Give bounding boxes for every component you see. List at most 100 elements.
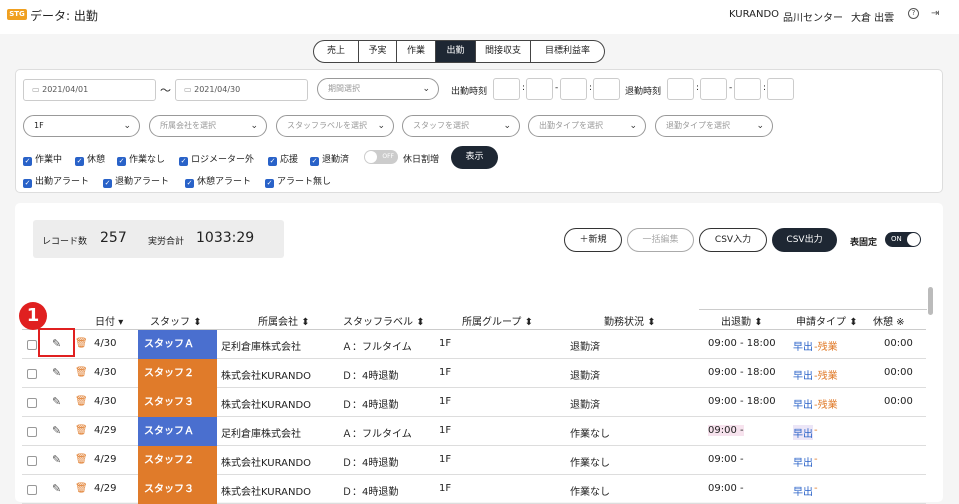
clock-in-type-select[interactable]: 出勤タイプを選択 ⌄ [528,115,646,137]
row-checkbox[interactable] [27,456,37,466]
cell-staff: スタッフ３ [138,475,217,504]
cell-status: 退勤済 [570,400,600,411]
check-logimeter-out[interactable]: ✓ ロジメーター外 [179,152,254,166]
cell-staff-label: Ａ：フルタイム [342,342,412,353]
pencil-icon[interactable]: ✎ [52,482,61,495]
clock-out-hour-from[interactable] [667,78,694,100]
tab-plan-actual[interactable]: 予実 [359,40,397,63]
tab-attendance[interactable]: 出勤 [436,40,476,63]
header-staff[interactable]: スタッフ ⬍ [150,313,202,328]
check-support[interactable]: ✓ 応援 [268,152,298,166]
header-request-type[interactable]: 申請タイプ ⬍ [796,313,858,328]
colon: : [522,83,526,93]
pencil-icon[interactable]: ✎ [52,366,61,379]
clock-in-min-to[interactable] [593,78,620,100]
checkbox-checked-icon: ✓ [265,179,274,188]
check-clocked-out[interactable]: ✓ 退勤済 [310,152,349,166]
header-group[interactable]: 所属グループ ⬍ [462,313,533,328]
row-checkbox[interactable] [27,340,37,350]
clock-in-hour-from[interactable] [493,78,520,100]
check-in-alert[interactable]: ✓ 出勤アラート [23,174,89,188]
pencil-icon[interactable]: ✎ [52,453,61,466]
header-in-out[interactable]: 出退勤 ⬍ [721,313,763,328]
clock-out-hour-to[interactable] [734,78,761,100]
tab-indirect[interactable]: 間接収支 [476,40,531,63]
sort-icon: ⬍ [416,317,425,328]
cell-type-early: 早出 [793,400,813,411]
tab-work[interactable]: 作業 [397,40,436,63]
table-row[interactable]: ✎ 🗑 4/30 スタッフ２ 株式会社KURANDO Ｄ：4時退勤 1F 退勤済 09:00 -… [22,359,926,388]
check-no-alert[interactable]: ✓ アラート無し [265,174,331,188]
date-to-input[interactable]: ▭ 2021/04/30 [175,79,308,101]
pencil-icon[interactable]: ✎ [52,424,61,437]
fix-table-label: 表固定 [850,238,878,248]
trash-icon[interactable]: 🗑 [75,425,88,436]
user-name[interactable]: 大倉 出雲 [851,9,894,24]
cell-company: 足利倉庫株式会社 [221,342,301,353]
trash-icon[interactable]: 🗑 [75,396,88,407]
row-checkbox[interactable] [27,369,37,379]
staff-label-select[interactable]: スタッフラベルを選択 ⌄ [276,115,394,137]
trash-icon[interactable]: 🗑 [75,367,88,378]
csv-import-button[interactable]: CSV入力 [699,228,767,252]
cell-group: 1F [439,454,452,465]
staff-select[interactable]: スタッフを選択 ⌄ [402,115,520,137]
table-row[interactable]: ✎ 🗑 4/29 スタッフ３ 株式会社KURANDO Ｄ：4時退勤 1F 作業なし 09:00 … [22,475,926,504]
clock-out-type-select[interactable]: 退勤タイプを選択 ⌄ [655,115,773,137]
company-select[interactable]: 所属会社を選択 ⌄ [149,115,267,137]
chevron-down-icon: ⌄ [250,121,258,131]
clock-out-min-from[interactable] [700,78,727,100]
csv-export-button[interactable]: CSV出力 [772,228,837,252]
help-icon[interactable]: ? [908,8,919,19]
bulk-edit-button[interactable]: 一括編集 [627,228,694,252]
check-no-work[interactable]: ✓ 作業なし [117,152,165,166]
holiday-toggle[interactable]: OFF [364,150,398,164]
cell-company: 足利倉庫株式会社 [221,429,301,440]
clock-in-min-from[interactable] [526,78,553,100]
trash-icon[interactable]: 🗑 [75,338,88,349]
total-label: 実労合計 [148,237,185,247]
header-staff-label[interactable]: スタッフラベル ⬍ [343,313,425,328]
cell-group: 1F [439,338,452,349]
table-row[interactable]: ✎ 🗑 4/30 スタッフ３ 株式会社KURANDO Ｄ：4時退勤 1F 退勤済 09:00 -… [22,388,926,417]
colon: : [589,83,593,93]
header-divider [699,309,927,310]
tab-sales[interactable]: 売上 [313,40,359,63]
range-tilde: 〜 [160,84,171,97]
cell-in-out: 09:00 - [708,483,744,494]
row-checkbox[interactable] [27,398,37,408]
scrollbar-thumb[interactable] [928,287,933,315]
table-row[interactable]: ✎ 🗑 4/30 スタッフＡ 足利倉庫株式会社 Ａ：フルタイム 1F 退勤済 09:00 - 1… [22,330,926,359]
dash: - [555,83,559,93]
date-from-input[interactable]: ▭ 2021/04/01 [23,79,156,101]
checkbox-checked-icon: ✓ [103,179,112,188]
calendar-icon: ▭ [32,85,43,94]
period-select[interactable]: 期間選択 ⌄ [317,78,439,100]
check-break-alert[interactable]: ✓ 休憩アラート [185,174,251,188]
sort-icon: ⬍ [754,317,763,328]
check-break[interactable]: ✓ 休憩 [75,152,105,166]
table-row[interactable]: ✎ 🗑 4/29 スタッフ２ 株式会社KURANDO Ｄ：4時退勤 1F 作業なし 09:00 … [22,446,926,475]
row-checkbox[interactable] [27,485,37,495]
logout-icon[interactable]: ⇥ [931,8,939,19]
check-working[interactable]: ✓ 作業中 [23,152,62,166]
trash-icon[interactable]: 🗑 [75,483,88,494]
clock-out-min-to[interactable] [767,78,794,100]
floor-select[interactable]: 1F ⌄ [23,115,140,137]
row-checkbox[interactable] [27,427,37,437]
header-company[interactable]: 所属会社 ⬍ [258,313,310,328]
pencil-icon[interactable]: ✎ [52,395,61,408]
fix-table-toggle[interactable]: ON [885,232,921,247]
new-button[interactable]: ＋新規 [564,228,622,252]
show-button[interactable]: 表示 [451,146,498,169]
header-date[interactable]: 日付 ▾ [95,313,123,328]
header-break[interactable]: 休憩 ※ [873,313,905,328]
cell-company: 株式会社KURANDO [221,400,312,411]
tab-target-margin[interactable]: 目標利益率 [531,40,605,63]
header-status[interactable]: 勤務状況 ⬍ [604,313,656,328]
trash-icon[interactable]: 🗑 [75,454,88,465]
table-row[interactable]: ✎ 🗑 4/29 スタッフＡ 足利倉庫株式会社 Ａ：フルタイム 1F 作業なし 09:00 - 早… [22,417,926,446]
cell-staff: スタッフＡ [138,417,217,446]
check-out-alert[interactable]: ✓ 退勤アラート [103,174,169,188]
clock-in-hour-to[interactable] [560,78,587,100]
